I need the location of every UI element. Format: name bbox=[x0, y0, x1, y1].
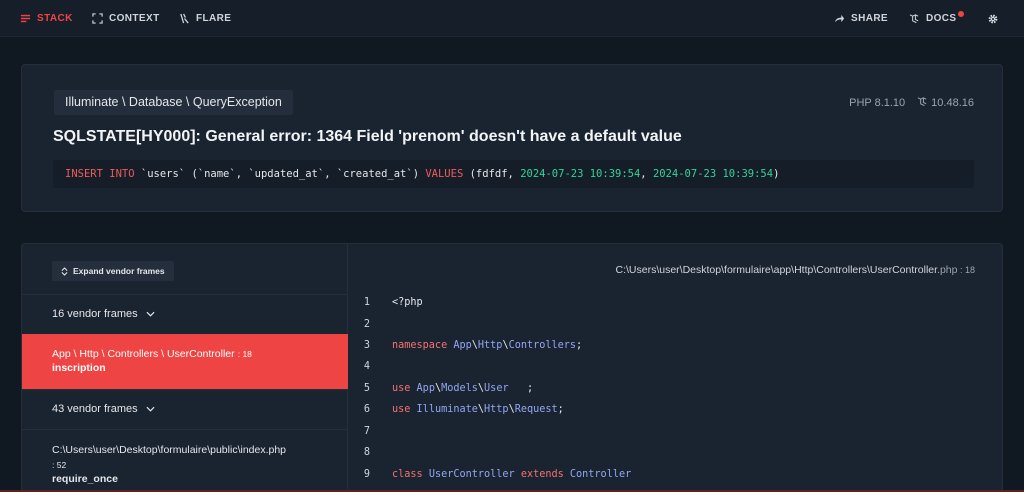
code-line: 3 namespace App\Http\Controllers; bbox=[348, 336, 1002, 356]
sql-open: (fdfdf, bbox=[463, 168, 521, 180]
sql-table: `users` (`name`, `updated_at`, `created_… bbox=[134, 168, 426, 180]
docs-label: DOCS bbox=[926, 13, 957, 24]
exception-header: Illuminate \ Database \ QueryException P… bbox=[21, 64, 1003, 212]
line-source: namespace App\Http\Controllers; bbox=[392, 340, 583, 351]
stack-trace-panel: Expand vendor frames 16 vendor frames Ap… bbox=[21, 243, 1003, 492]
laravel-icon bbox=[917, 97, 927, 107]
frame-file: C:\Users\user\Desktop\formulaire\public\… bbox=[52, 444, 287, 456]
class-part: QueryException bbox=[192, 95, 282, 109]
frame-class: App \ Http \ Controllers \ UserControlle… bbox=[52, 348, 235, 360]
vendor-count-label: 16 vendor frames bbox=[52, 308, 138, 320]
line-number: 1 bbox=[363, 297, 370, 308]
notification-dot bbox=[957, 11, 964, 17]
line-number: 5 bbox=[363, 383, 370, 394]
tab-stack[interactable]: STACK bbox=[20, 0, 73, 37]
settings-button[interactable] bbox=[987, 0, 999, 37]
code-line: 9 class UserController extends Controlle… bbox=[348, 465, 1002, 485]
line-number: 2 bbox=[363, 319, 370, 330]
file-path[interactable]: C:\Users\user\Desktop\formulaire\app\Htt… bbox=[616, 264, 976, 276]
sql-insert: INSERT INTO bbox=[65, 168, 135, 180]
share-arrow-icon bbox=[834, 14, 845, 23]
line-number: 4 bbox=[363, 361, 370, 372]
line-number: 3 bbox=[363, 340, 370, 351]
laravel-docs-icon bbox=[909, 14, 919, 24]
php-version: PHP 8.1.10 bbox=[849, 96, 906, 109]
frame-method: require_once bbox=[52, 473, 118, 485]
laravel-version: 10.48.16 bbox=[931, 97, 974, 109]
code-line: 6 use Illuminate\Http\Request; bbox=[348, 400, 1002, 420]
share-label: SHARE bbox=[851, 13, 889, 24]
chevron-down-icon bbox=[146, 311, 155, 317]
sql-query: INSERT INTO `users` (`name`, `updated_at… bbox=[53, 160, 974, 188]
line-source: <?php bbox=[392, 297, 423, 308]
code-snippet: C:\Users\user\Desktop\formulaire\app\Htt… bbox=[348, 244, 1002, 492]
exception-message: SQLSTATE[HY000]: General error: 1364 Fie… bbox=[53, 128, 682, 145]
tab-stack-label: STACK bbox=[37, 13, 73, 24]
file-ext: .php bbox=[937, 264, 958, 276]
code-line: 5 use App\Models\User ; bbox=[348, 379, 1002, 399]
class-part: Illuminate bbox=[65, 95, 119, 109]
code-line: 2 bbox=[348, 315, 1002, 335]
tab-context-label: CONTEXT bbox=[109, 13, 160, 24]
line-source: class UserController extends Controller bbox=[392, 469, 632, 480]
top-nav: STACK CONTEXT FLARE SHARE DOCS bbox=[0, 0, 1024, 37]
expand-label: Expand vendor frames bbox=[73, 266, 165, 276]
frames-list: Expand vendor frames 16 vendor frames Ap… bbox=[22, 244, 348, 492]
line-source: use Illuminate\Http\Request; bbox=[392, 404, 564, 415]
line-number: 8 bbox=[363, 447, 370, 458]
vendor-frames-group[interactable]: 43 vendor frames bbox=[22, 389, 348, 429]
flare-icon bbox=[180, 13, 189, 24]
line-number: 9 bbox=[363, 469, 370, 480]
stack-layers-icon bbox=[20, 14, 31, 23]
gear-icon bbox=[988, 14, 998, 23]
sql-date: 2024-07-23 10:39:54 bbox=[520, 168, 641, 180]
frame-method: inscription bbox=[52, 362, 106, 374]
version-info: PHP 8.1.10 10.48.16 bbox=[849, 96, 974, 110]
file-line: : 18 bbox=[957, 265, 975, 275]
frame-item[interactable]: C:\Users\user\Desktop\formulaire\public\… bbox=[22, 429, 348, 492]
code-line: 1 <?php bbox=[348, 293, 1002, 313]
tab-flare[interactable]: FLARE bbox=[179, 0, 231, 37]
laravel-version-wrap: 10.48.16 bbox=[917, 96, 974, 109]
vendor-frames-group[interactable]: 16 vendor frames bbox=[22, 294, 348, 334]
chevron-down-icon bbox=[146, 406, 155, 412]
docs-button[interactable]: DOCS bbox=[909, 0, 964, 37]
code-line: 4 bbox=[348, 357, 1002, 377]
file-path-text: C:\Users\user\Desktop\formulaire\app\Htt… bbox=[615, 264, 938, 276]
line-number: 6 bbox=[363, 404, 370, 415]
frame-selected[interactable]: App \ Http \ Controllers \ UserControlle… bbox=[22, 334, 348, 389]
code-line: 8 bbox=[348, 443, 1002, 463]
exception-class[interactable]: Illuminate \ Database \ QueryException bbox=[54, 90, 293, 115]
tab-context[interactable]: CONTEXT bbox=[92, 0, 160, 37]
sql-sep: , bbox=[640, 168, 653, 180]
chevron-up-down-icon bbox=[61, 266, 68, 276]
sql-date: 2024-07-23 10:39:54 bbox=[652, 168, 774, 180]
code-line: 7 bbox=[348, 422, 1002, 442]
line-source: use App\Models\User ; bbox=[392, 383, 534, 394]
frame-line-number: : 18 bbox=[237, 349, 252, 359]
sql-values: VALUES bbox=[425, 168, 464, 180]
tab-flare-label: FLARE bbox=[196, 13, 232, 24]
vendor-count-label: 43 vendor frames bbox=[52, 403, 138, 415]
context-brackets-icon bbox=[92, 13, 103, 24]
line-number: 7 bbox=[363, 426, 370, 437]
class-part: Database bbox=[128, 95, 183, 109]
sql-close: ) bbox=[773, 168, 780, 180]
share-button[interactable]: SHARE bbox=[834, 0, 888, 37]
frame-line-number: : 52 bbox=[52, 460, 67, 470]
expand-vendor-frames-button[interactable]: Expand vendor frames bbox=[52, 261, 174, 281]
